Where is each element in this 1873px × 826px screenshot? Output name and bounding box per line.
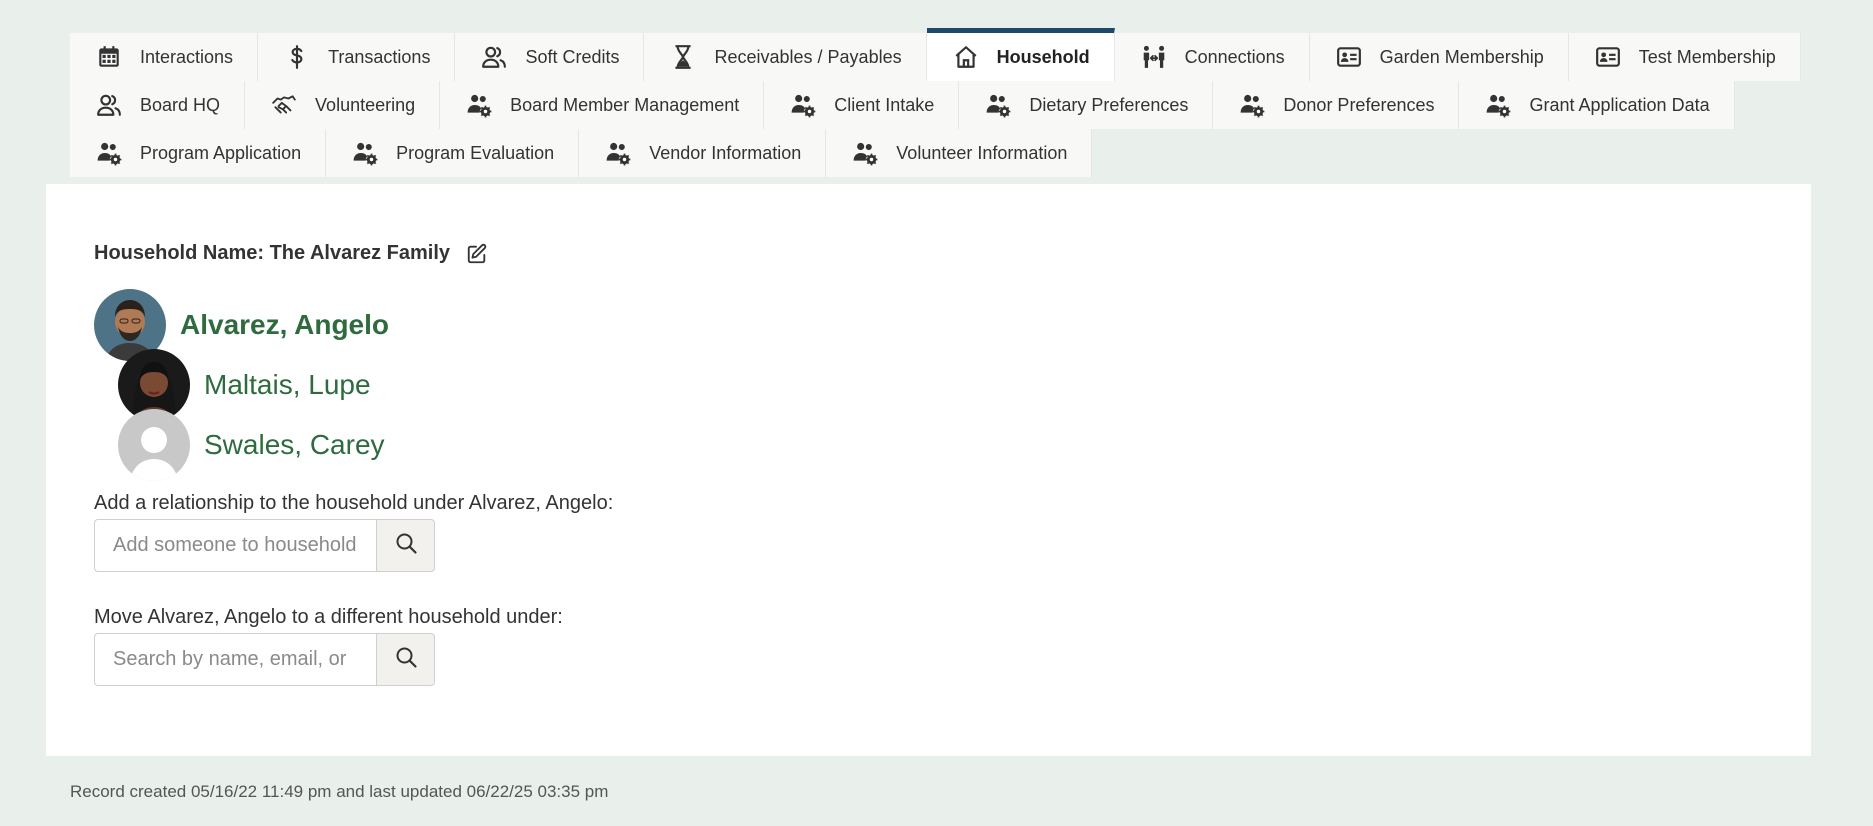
tab-label: Program Evaluation	[396, 142, 555, 163]
tab-label: Transactions	[328, 46, 431, 67]
record-tabs: Interactions Transactions Soft Credits R…	[70, 28, 1801, 177]
tab-row-3: Program Application Program Evaluation V…	[70, 129, 1790, 177]
move-household-search	[94, 633, 435, 686]
users-gear-icon	[94, 140, 124, 166]
tab-label: Grant Application Data	[1529, 94, 1710, 115]
add-relationship-search-button[interactable]	[376, 519, 435, 572]
avatar[interactable]	[118, 409, 190, 481]
house-icon	[951, 44, 981, 70]
calendar-icon	[94, 44, 124, 70]
tab-connections[interactable]: Connections	[1114, 33, 1310, 81]
users-gear-icon	[464, 92, 494, 118]
search-icon	[394, 531, 418, 560]
tab-label: Volunteer Information	[896, 142, 1068, 163]
tab-label: Connections	[1184, 46, 1285, 67]
tab-label: Test Membership	[1638, 46, 1776, 67]
tab-board-hq[interactable]: Board HQ	[70, 81, 246, 129]
add-relationship-search	[94, 519, 435, 572]
tab-soft-credits[interactable]: Soft Credits	[455, 33, 645, 81]
household-member: Swales, Carey	[118, 409, 385, 481]
tab-label: Program Application	[140, 142, 302, 163]
id-card-icon	[1593, 44, 1623, 70]
tab-label: Dietary Preferences	[1029, 94, 1189, 115]
tab-receivables-payables[interactable]: Receivables / Payables	[644, 33, 927, 81]
member-name-link[interactable]: Alvarez, Angelo	[180, 309, 389, 341]
tab-label: Receivables / Payables	[714, 46, 902, 67]
users-gear-icon	[1483, 92, 1513, 118]
tab-dietary-preferences[interactable]: Dietary Preferences	[959, 81, 1214, 129]
hourglass-icon	[668, 44, 698, 70]
users-gear-icon	[850, 140, 880, 166]
tab-volunteering[interactable]: Volunteering	[245, 81, 441, 129]
tab-label: Household	[996, 46, 1090, 67]
tab-vendor-information[interactable]: Vendor Information	[579, 129, 827, 177]
add-relationship-label: Add a relationship to the household unde…	[94, 492, 614, 514]
tab-client-intake[interactable]: Client Intake	[764, 81, 960, 129]
add-relationship-input[interactable]	[94, 519, 376, 572]
tab-program-application[interactable]: Program Application	[70, 129, 327, 177]
tab-row-2: Board HQ Volunteering Board Member Manag…	[70, 81, 1790, 129]
tab-board-member-management[interactable]: Board Member Management	[440, 81, 765, 129]
connections-icon	[1139, 44, 1169, 70]
dollar-icon	[282, 44, 312, 70]
users-gear-icon	[983, 92, 1013, 118]
edit-icon[interactable]	[466, 243, 488, 265]
tab-garden-membership[interactable]: Garden Membership	[1309, 33, 1569, 81]
search-icon	[394, 645, 418, 674]
tab-volunteer-information[interactable]: Volunteer Information	[826, 129, 1093, 177]
tab-household[interactable]: Household	[926, 28, 1115, 81]
move-household-label: Move Alvarez, Angelo to a different hous…	[94, 606, 563, 628]
tab-label: Board HQ	[140, 94, 221, 115]
users-gear-icon	[1237, 92, 1267, 118]
tab-label: Garden Membership	[1379, 46, 1544, 67]
tab-label: Client Intake	[834, 94, 935, 115]
users-icon	[479, 44, 509, 70]
tab-label: Soft Credits	[525, 46, 620, 67]
tab-label: Volunteering	[315, 94, 416, 115]
member-name-link[interactable]: Maltais, Lupe	[204, 369, 371, 401]
users-gear-icon	[788, 92, 818, 118]
tab-interactions[interactable]: Interactions	[70, 33, 259, 81]
tab-test-membership[interactable]: Test Membership	[1568, 33, 1801, 81]
tab-donor-preferences[interactable]: Donor Preferences	[1213, 81, 1460, 129]
tab-label: Interactions	[140, 46, 234, 67]
household-panel: Household Name: The Alvarez Family Alvar…	[46, 184, 1811, 756]
move-household-search-button[interactable]	[376, 633, 435, 686]
tab-grant-application-data[interactable]: Grant Application Data	[1459, 81, 1735, 129]
member-name-link[interactable]: Swales, Carey	[204, 429, 385, 461]
tab-label: Board Member Management	[510, 94, 740, 115]
tab-row-1: Interactions Transactions Soft Credits R…	[70, 28, 1801, 81]
tab-label: Vendor Information	[649, 142, 802, 163]
users-icon	[94, 92, 124, 118]
record-timestamps: Record created 05/16/22 11:49 pm and las…	[70, 782, 609, 801]
tab-transactions[interactable]: Transactions	[258, 33, 456, 81]
users-gear-icon	[350, 140, 380, 166]
handshake-icon	[269, 92, 299, 118]
household-name-heading: Household Name: The Alvarez Family	[94, 242, 488, 265]
household-name: Household Name: The Alvarez Family	[94, 242, 451, 264]
users-gear-icon	[603, 140, 633, 166]
id-card-icon	[1334, 44, 1364, 70]
move-household-input[interactable]	[94, 633, 376, 686]
tab-program-evaluation[interactable]: Program Evaluation	[326, 129, 580, 177]
tab-label: Donor Preferences	[1283, 94, 1435, 115]
